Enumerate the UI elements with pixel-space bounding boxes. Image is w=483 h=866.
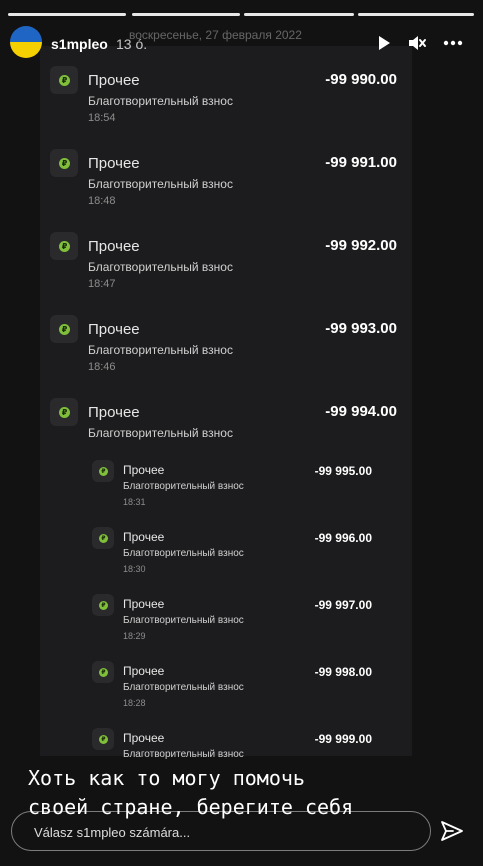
progress-segment (244, 13, 354, 16)
caption-line: Хоть как то могу помочь (28, 766, 305, 790)
coin-icon: ₽ (59, 407, 70, 418)
transaction-category: Прочее (88, 238, 140, 255)
transaction-time: 18:54 (88, 112, 116, 124)
transaction-description: Благотворительный взнос (123, 548, 244, 559)
coin-icon: ₽ (99, 668, 108, 677)
transaction-time: 18:47 (88, 278, 116, 290)
ukraine-flag-bottom (10, 42, 42, 58)
progress-bars (8, 13, 475, 16)
play-icon[interactable] (371, 30, 397, 56)
reply-bar (11, 811, 431, 852)
transaction-amount: -99 994.00 (325, 403, 397, 420)
transaction-description: Благотворительный взнос (88, 343, 233, 357)
progress-segment (8, 13, 126, 16)
avatar[interactable] (10, 26, 42, 58)
send-paper-plane-icon[interactable] (440, 819, 464, 843)
story-header: s1mpleo 13 ó. (0, 26, 483, 64)
transaction-description: Благотворительный взнос (88, 260, 233, 274)
transaction-amount: -99 990.00 (325, 71, 397, 88)
transaction-category: Прочее (88, 155, 140, 172)
transaction-time: 18:30 (123, 564, 146, 574)
transaction-amount: -99 998.00 (314, 665, 372, 679)
coin-icon: ₽ (59, 324, 70, 335)
progress-segment (358, 13, 474, 16)
coin-icon: ₽ (59, 241, 70, 252)
transaction-category: Прочее (123, 463, 165, 477)
transaction-time: 18:46 (88, 361, 116, 373)
transaction-time: 18:28 (123, 698, 146, 708)
transaction-description: Благотворительный взнос (123, 481, 244, 492)
transaction-description: Благотворительный взнос (123, 682, 244, 693)
transaction-time: 18:48 (88, 195, 116, 207)
coin-icon: ₽ (99, 601, 108, 610)
transaction-amount: -99 993.00 (325, 320, 397, 337)
transaction-description: Благотворительный взнос (123, 749, 244, 760)
transaction-description: Благотворительный взнос (88, 177, 233, 191)
transaction-category: Прочее (88, 404, 140, 421)
transaction-category: Прочее (123, 530, 165, 544)
transaction-category: Прочее (123, 731, 165, 745)
transaction-time: 18:29 (123, 631, 146, 641)
story-viewer: s1mpleo 13 ó. воскресенье, 27 февраля 20… (0, 0, 483, 866)
transaction-time: 18:31 (123, 497, 146, 507)
transaction-amount: -99 999.00 (314, 732, 372, 746)
coin-icon: ₽ (99, 534, 108, 543)
transaction-amount: -99 991.00 (325, 154, 397, 171)
coin-icon: ₽ (59, 158, 70, 169)
transaction-amount: -99 997.00 (314, 598, 372, 612)
more-horizontal-icon[interactable] (440, 30, 466, 56)
transaction-description: Благотворительный взнос (88, 426, 233, 440)
transaction-amount: -99 992.00 (325, 237, 397, 254)
transaction-amount: -99 996.00 (314, 531, 372, 545)
username[interactable]: s1mpleo (51, 36, 108, 52)
transaction-amount: -99 995.00 (314, 464, 372, 478)
transaction-category: Прочее (123, 597, 165, 611)
muted-speaker-icon[interactable] (404, 30, 430, 56)
transaction-category: Прочее (88, 321, 140, 338)
transaction-category: Прочее (123, 664, 165, 678)
transaction-category: Прочее (88, 72, 140, 89)
reply-input[interactable] (32, 812, 416, 852)
transaction-description: Благотворительный взнос (88, 94, 233, 108)
transaction-description: Благотворительный взнос (123, 615, 244, 626)
post-time: 13 ó. (116, 36, 148, 52)
ukraine-flag-top (10, 26, 42, 42)
coin-icon: ₽ (59, 75, 70, 86)
coin-icon: ₽ (99, 735, 108, 744)
bank-transactions-screenshot: ₽ Прочее Благотворительный взнос 18:54 -99 9… (40, 46, 412, 760)
coin-icon: ₽ (99, 467, 108, 476)
progress-segment (132, 13, 240, 16)
